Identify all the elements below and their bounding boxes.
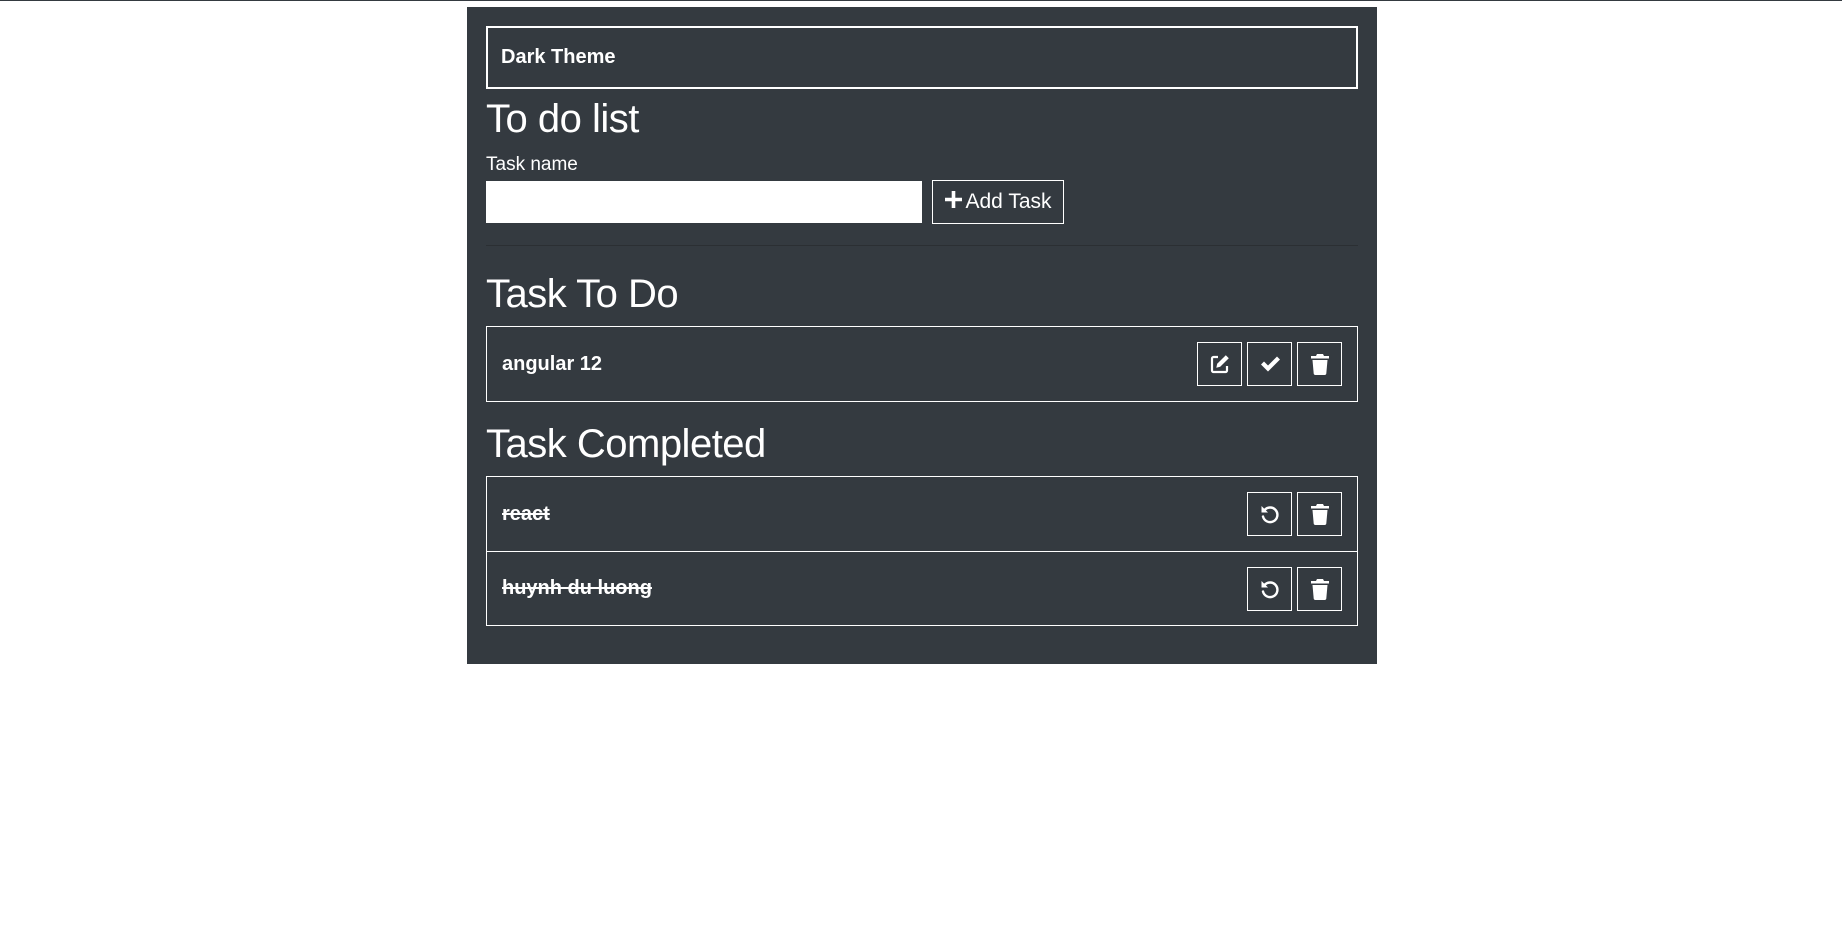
task-name: react <box>502 502 550 525</box>
edit-task-button[interactable] <box>1197 342 1242 386</box>
completed-section-title: Task Completed <box>486 422 766 466</box>
plus-icon <box>944 190 962 214</box>
theme-label: Dark Theme <box>501 46 616 68</box>
edit-icon <box>1209 353 1231 375</box>
task-actions <box>1197 342 1342 386</box>
task-name: huynh du luong <box>502 577 652 599</box>
page-title: To do list <box>486 97 639 141</box>
todo-item: angular 12 <box>487 327 1357 401</box>
task-name: angular 12 <box>502 352 603 375</box>
delete-task-button[interactable] <box>1297 492 1342 536</box>
task-name-input[interactable] <box>486 181 922 223</box>
undo-icon <box>1259 503 1281 525</box>
complete-task-button[interactable] <box>1247 342 1292 386</box>
completed-list: react huynh du luong <box>486 476 1358 626</box>
add-task-form: Add Task <box>486 180 1358 224</box>
todo-section-title: Task To Do <box>486 272 679 316</box>
task-actions <box>1247 566 1342 611</box>
delete-task-button[interactable] <box>1297 342 1342 386</box>
restore-task-button[interactable] <box>1247 492 1292 536</box>
task-name-label: Task name <box>486 154 578 175</box>
delete-task-button[interactable] <box>1297 566 1342 611</box>
divider <box>486 245 1358 246</box>
check-icon <box>1259 353 1281 375</box>
trash-icon <box>1310 503 1330 525</box>
add-task-label: Add Task <box>965 190 1052 213</box>
theme-toggle[interactable]: Dark Theme <box>486 26 1358 89</box>
undo-icon <box>1259 578 1281 600</box>
top-rule <box>0 0 1842 1</box>
completed-item: huynh du luong <box>487 551 1357 625</box>
todo-list: angular 12 <box>486 326 1358 402</box>
restore-task-button[interactable] <box>1247 566 1292 611</box>
completed-item: react <box>487 477 1357 551</box>
add-task-button[interactable]: Add Task <box>932 180 1064 224</box>
trash-icon <box>1310 578 1330 600</box>
todo-card: Dark Theme To do list Task name Add Task… <box>467 7 1377 664</box>
task-actions <box>1247 492 1342 536</box>
trash-icon <box>1310 353 1330 375</box>
